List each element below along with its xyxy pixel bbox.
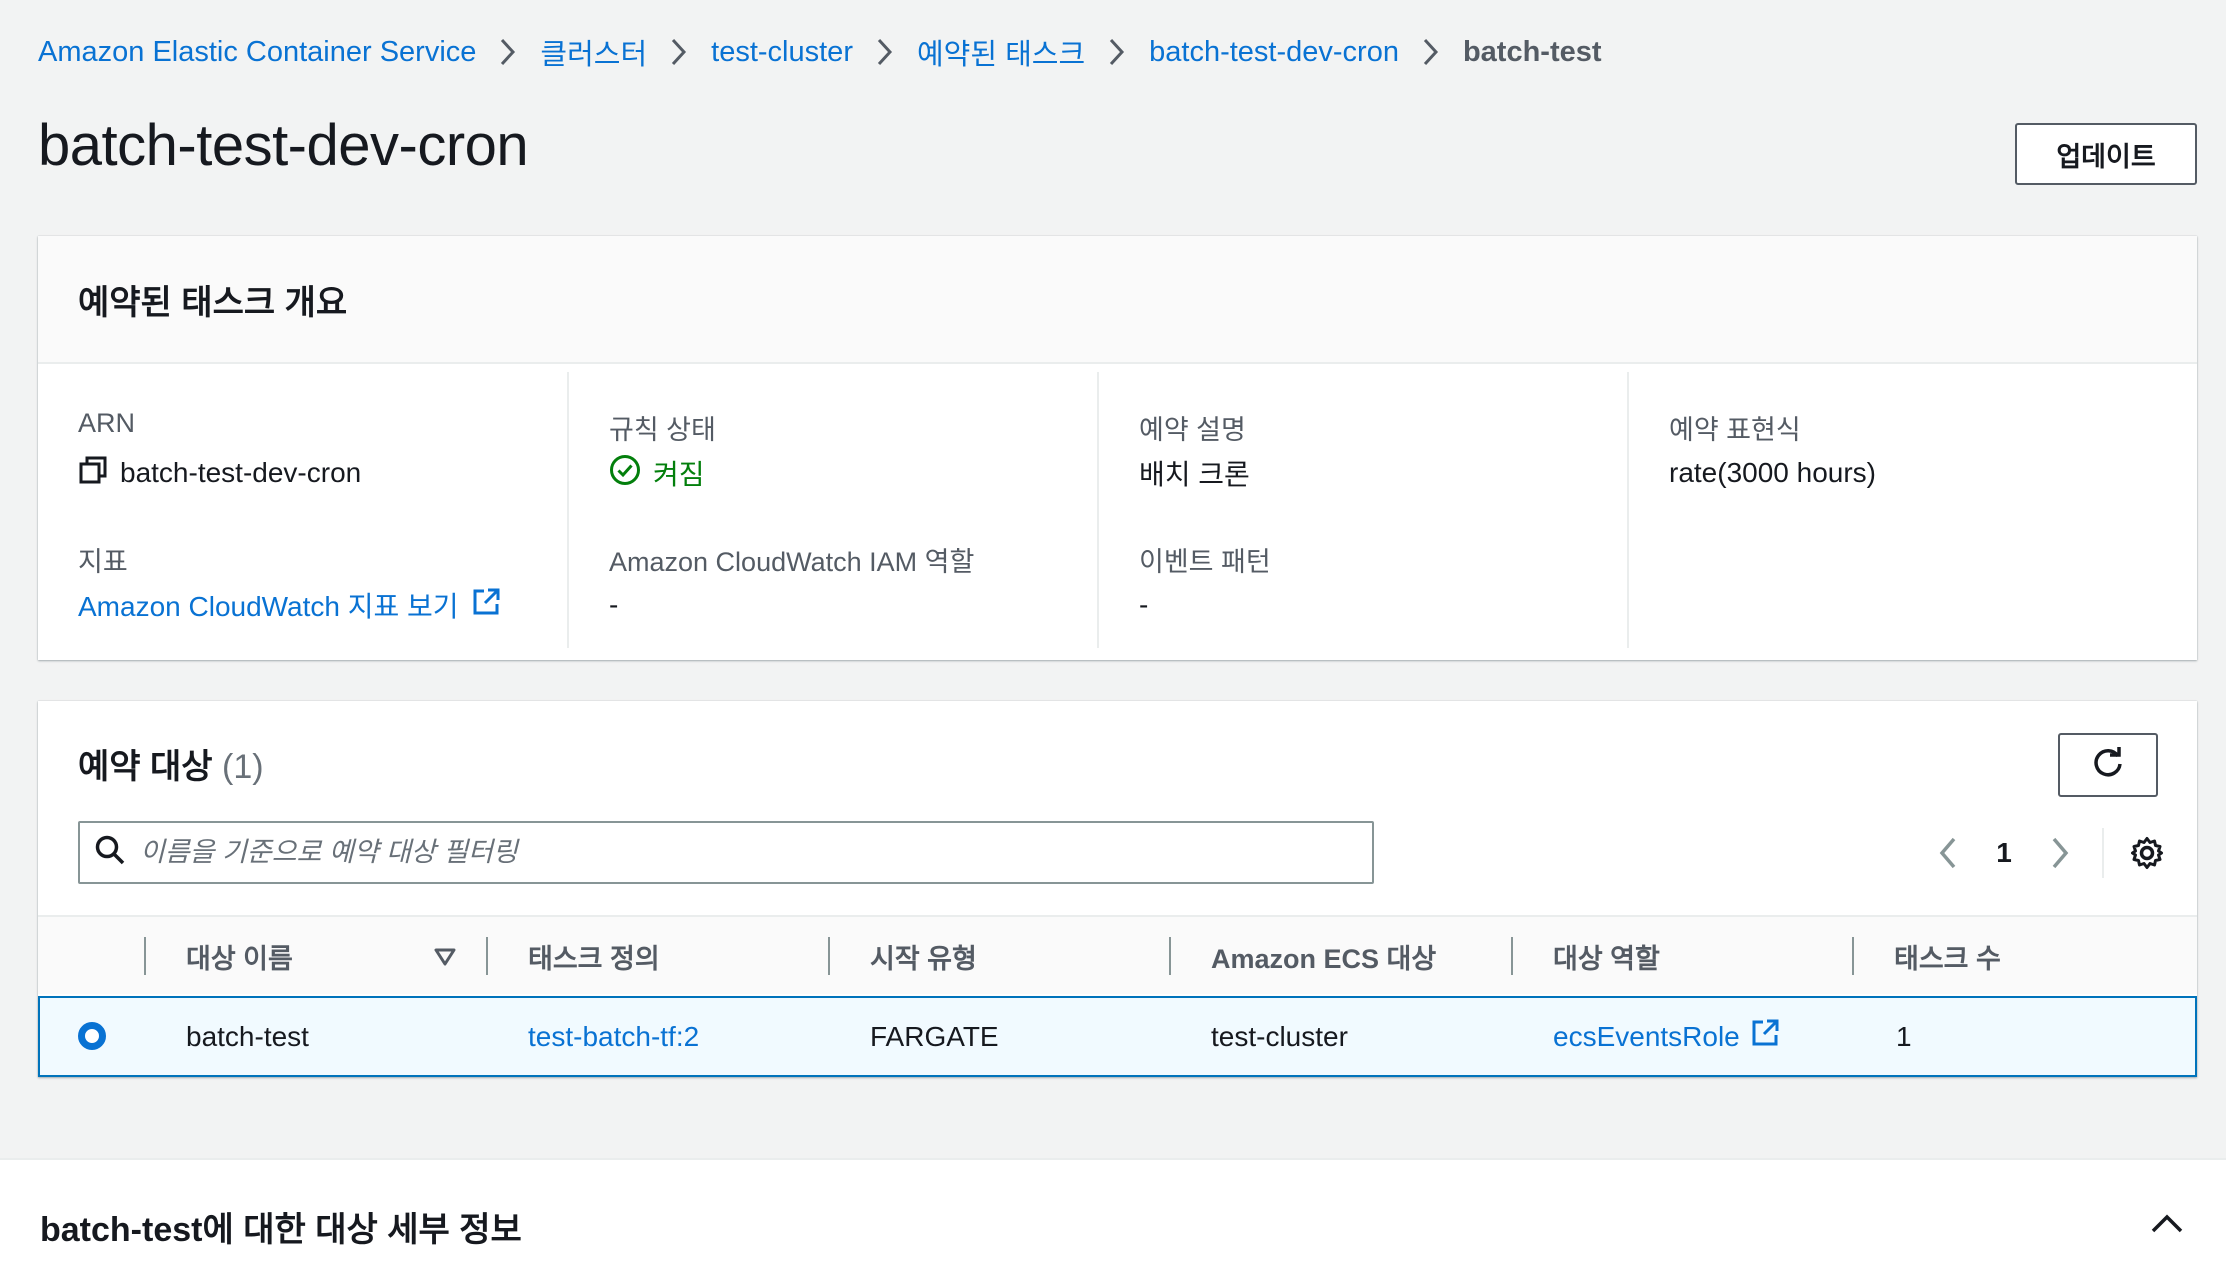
refresh-button[interactable] [2058, 733, 2158, 797]
overview-col-4: 예약 표현식 rate(3000 hours) [1627, 372, 2197, 648]
cell-task-definition-link[interactable]: test-batch-tf:2 [528, 998, 699, 1075]
schedule-desc-value: 배치 크론 [1139, 459, 1250, 490]
targets-count: (1) [222, 748, 264, 786]
search-box [78, 821, 1374, 884]
rule-state-label: 규칙 상태 [609, 415, 716, 445]
row-radio-button[interactable] [78, 1022, 106, 1050]
cell-launch-type: FARGATE [870, 1020, 999, 1052]
sort-descending-icon[interactable] [434, 917, 456, 996]
table-row[interactable]: batch-test test-batch-tf:2 FARGATE test-… [38, 996, 2197, 1077]
chevron-right-icon[interactable] [2032, 836, 2088, 870]
overview-col-1: ARN batch-test-dev-cron 지표 Amazon CloudW… [38, 372, 567, 648]
targets-title: 예약 대상 [78, 748, 213, 786]
metrics-label: 지표 [78, 547, 128, 577]
overview-card: 예약된 태스크 개요 ARN batch-test-dev-cron 지표 Am… [38, 236, 2197, 660]
rule-state-value: 켜짐 [609, 448, 1097, 498]
refresh-icon [2090, 746, 2126, 785]
column-header-ecs-target[interactable]: Amazon ECS 대상 [1211, 917, 1436, 996]
gear-icon[interactable] [2122, 836, 2172, 870]
column-divider [144, 937, 146, 975]
targets-card: 예약 대상 (1) 1 대상 이름 태스크 정의 시 [38, 701, 2197, 1077]
cell-target-role: ecsEventsRole [1553, 998, 1780, 1075]
rule-state-text: 켜짐 [653, 459, 705, 490]
breadcrumb: Amazon Elastic Container Service 클러스터 te… [38, 30, 1602, 74]
schedule-expr-label: 예약 표현식 [1669, 415, 1801, 445]
column-divider [486, 937, 488, 975]
pagination-divider [2102, 827, 2104, 878]
pagination: 1 [1920, 821, 2172, 884]
column-divider [1169, 937, 1171, 975]
cell-ecs-target: test-cluster [1211, 1020, 1348, 1052]
search-icon [94, 834, 126, 871]
metrics-value: Amazon CloudWatch 지표 보기 [78, 580, 567, 630]
schedule-expr-value: rate(3000 hours) [1669, 457, 1877, 488]
breadcrumb-item-ecs[interactable]: Amazon Elastic Container Service [38, 36, 476, 69]
chevron-right-icon [476, 37, 540, 67]
iam-role-label: Amazon CloudWatch IAM 역할 [609, 547, 975, 577]
chevron-up-icon[interactable] [2150, 1212, 2184, 1239]
copy-icon[interactable] [78, 455, 108, 492]
column-divider [828, 937, 830, 975]
arn-text: batch-test-dev-cron [120, 457, 362, 488]
arn-value: batch-test-dev-cron [78, 448, 567, 498]
overview-col-3: 예약 설명 배치 크론 이벤트 패턴 - [1097, 372, 1627, 648]
chevron-right-icon [647, 37, 711, 67]
overview-grid: ARN batch-test-dev-cron 지표 Amazon CloudW… [38, 372, 2197, 648]
column-divider [1511, 937, 1513, 975]
update-button[interactable]: 업데이트 [2015, 123, 2197, 185]
chevron-right-icon [1399, 37, 1463, 67]
overview-header: 예약된 태스크 개요 [38, 236, 2197, 364]
event-pattern-value: - [1139, 589, 1149, 620]
chevron-right-icon [853, 37, 917, 67]
breadcrumb-item-scheduled-tasks[interactable]: 예약된 태스크 [917, 31, 1085, 73]
column-header-task-definition[interactable]: 태스크 정의 [528, 917, 660, 996]
cell-target-name: batch-test [186, 1020, 309, 1052]
breadcrumb-item-current: batch-test [1462, 35, 1602, 68]
cell-task-count: 1 [1896, 1020, 1912, 1052]
page-title: batch-test-dev-cron [38, 113, 529, 178]
external-link-icon[interactable] [471, 587, 501, 624]
page-number[interactable]: 1 [1976, 837, 2032, 869]
column-header-task-count[interactable]: 태스크 수 [1894, 917, 2001, 996]
schedule-desc-label: 예약 설명 [1139, 415, 1246, 445]
arn-label: ARN [78, 408, 136, 438]
breadcrumb-item-cluster[interactable]: test-cluster [711, 36, 853, 69]
column-divider [1852, 937, 1854, 975]
column-header-target-role[interactable]: 대상 역할 [1553, 917, 1660, 996]
overview-col-2: 규칙 상태 켜짐 Amazon CloudWatch IAM 역할 - [567, 372, 1097, 648]
iam-role-value: - [609, 589, 619, 620]
chevron-left-icon[interactable] [1920, 836, 1976, 870]
table-header: 대상 이름 태스크 정의 시작 유형 Amazon ECS 대상 대상 역할 태… [38, 915, 2197, 994]
target-role-link[interactable]: ecsEventsRole [1553, 1021, 1740, 1053]
breadcrumb-item-clusters[interactable]: 클러스터 [540, 31, 647, 73]
targets-header: 예약 대상 (1) [78, 739, 264, 788]
column-header-launch-type[interactable]: 시작 유형 [870, 917, 977, 996]
external-link-icon[interactable] [1750, 1018, 1780, 1055]
column-header-target-name[interactable]: 대상 이름 [186, 917, 293, 996]
target-details-title: batch-test에 대한 대상 세부 정보 [40, 1211, 522, 1249]
event-pattern-label: 이벤트 패턴 [1139, 547, 1271, 577]
cloudwatch-metrics-link[interactable]: Amazon CloudWatch 지표 보기 [78, 585, 459, 625]
status-success-icon [609, 454, 641, 493]
search-input[interactable] [140, 837, 1340, 868]
target-details-section: batch-test에 대한 대상 세부 정보 [0, 1158, 2226, 1262]
breadcrumb-item-task[interactable]: batch-test-dev-cron [1149, 36, 1399, 69]
chevron-right-icon [1085, 37, 1149, 67]
